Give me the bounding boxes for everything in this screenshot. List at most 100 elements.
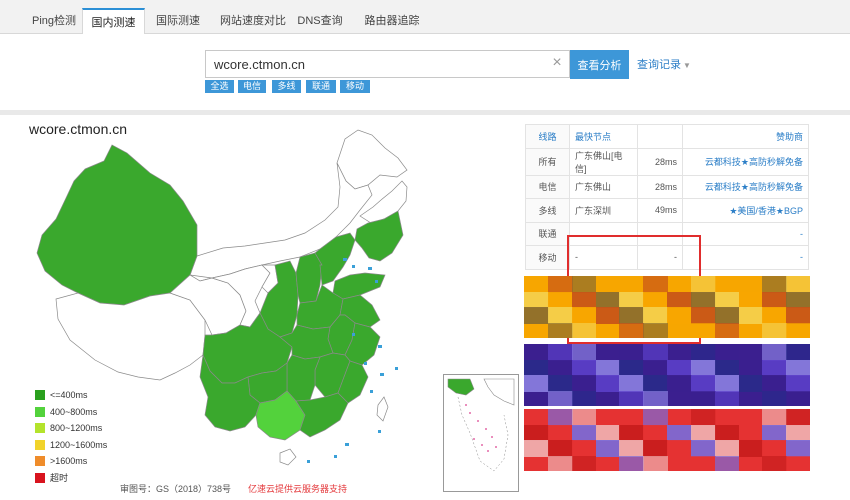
banner-pixel (524, 291, 549, 308)
table-row: 所有 广东佛山[电信] 28ms 云都科技★高防秒解免备 (525, 147, 809, 176)
banner-pixel (714, 322, 740, 338)
banner-pixel (547, 409, 573, 426)
banner-pixel (643, 409, 668, 426)
banner-pixel (595, 375, 621, 392)
row-node (569, 221, 638, 246)
result-panel: wcore.ctmon.cn <=400ms 400~800ms 800~120… (0, 115, 850, 500)
banner-pixel (524, 440, 549, 457)
table-row: 联通 - (525, 221, 809, 246)
banner-pixel (667, 424, 692, 441)
banner-pixel (547, 359, 573, 376)
filter-mobile[interactable]: 移动 (340, 80, 370, 93)
row-time: 28ms (637, 147, 683, 176)
banner-pixel (738, 359, 764, 376)
banner-pixel (619, 424, 645, 441)
banner-pixel (762, 307, 788, 324)
banner-pixel (762, 440, 788, 457)
banner-pixel (571, 440, 597, 457)
banner-pixel (667, 291, 692, 308)
legend-label: 400~800ms (50, 406, 98, 417)
region-hunan (286, 354, 321, 402)
banner-pixel (738, 440, 764, 457)
banner-pixel (786, 307, 810, 324)
banner-pixel (762, 390, 788, 406)
legend-label: >1600ms (50, 456, 88, 466)
banner-pixel (690, 440, 716, 457)
analyze-button[interactable]: 查看分析 (570, 50, 629, 79)
banner-pixel (690, 424, 716, 441)
query-history-label: 查询记录 (637, 59, 681, 71)
header-time (637, 124, 683, 149)
header-sponsor: 赞助商 (682, 124, 809, 149)
banner-pixel (524, 359, 549, 376)
header-fastest-node: 最快节点 (569, 124, 638, 149)
banner-pixel (643, 344, 668, 361)
banner-ad-3[interactable] (524, 409, 810, 471)
banner-pixel (547, 322, 573, 338)
table-row: 电信 广东佛山 28ms 云都科技★高防秒解免备 (525, 174, 809, 199)
banner-pixel (619, 390, 645, 406)
banner-pixel (762, 375, 788, 392)
banner-pixel (714, 359, 740, 376)
search-input[interactable] (205, 50, 570, 78)
banner-pixel (762, 322, 788, 338)
banner-pixel (786, 291, 810, 308)
legend-label: 超时 (50, 472, 69, 483)
banner-pixel (786, 440, 810, 457)
tab-international-speed[interactable]: 国际测速 (148, 8, 208, 35)
banner-pixel (571, 359, 597, 376)
filter-multiline[interactable]: 多线 (272, 80, 301, 93)
banner-pixel (762, 409, 788, 426)
fastest-node-table: 线路 最快节点 赞助商 所有 广东佛山[电信] 28ms 云都科技★高防秒解免备… (525, 124, 809, 270)
tab-ping[interactable]: Ping检测 (24, 8, 84, 35)
row-line: 电信 (525, 174, 570, 199)
banner-pixel (547, 291, 573, 308)
banner-pixel (524, 424, 549, 441)
legend-swatch (35, 423, 45, 433)
row-node: 广东佛山 (569, 174, 638, 199)
banner-pixel (690, 322, 716, 338)
filter-telecom[interactable]: 电信 (238, 80, 266, 93)
banner-pixel (786, 424, 810, 441)
banner-pixel (690, 390, 716, 406)
table-row: 移动 - - - (525, 245, 809, 270)
tab-router-trace[interactable]: 路由器追踪 (356, 8, 428, 35)
banner-pixel (738, 424, 764, 441)
row-sponsor-link[interactable]: 云都科技★高防秒解免备 (682, 174, 809, 199)
banner-pixel (643, 322, 668, 338)
query-history-link[interactable]: 查询记录 ▼ (637, 56, 691, 72)
banner-pixel (690, 276, 716, 293)
legend-item: 超时 (35, 472, 107, 489)
banner-pixel (786, 375, 810, 392)
banner-pixel (571, 409, 597, 426)
banner-pixel (643, 390, 668, 406)
banner-pixel (547, 390, 573, 406)
row-node: 广东佛山[电信] (569, 147, 638, 176)
tab-website-compare[interactable]: 网站速度对比 (214, 8, 292, 35)
tab-domestic-speed[interactable]: 国内测速 (82, 8, 145, 35)
tab-dns-query[interactable]: DNS查询 (290, 8, 350, 35)
banner-ad-2[interactable] (524, 344, 810, 406)
banner-pixel (524, 307, 549, 324)
row-time: 28ms (637, 174, 683, 199)
filter-select-all[interactable]: 全选 (205, 80, 234, 93)
banner-ad-1[interactable] (524, 276, 810, 338)
close-icon[interactable]: × (550, 54, 564, 72)
row-sponsor-link[interactable]: ★美国/香港★BGP (682, 198, 809, 223)
cloud-sponsor-link[interactable]: 亿速云提供云服务器支持 (248, 482, 347, 495)
header-line: 线路 (525, 124, 570, 149)
filter-unicom[interactable]: 联通 (306, 80, 336, 93)
banner-pixel (571, 390, 597, 406)
table-header-row: 线路 最快节点 赞助商 (525, 124, 809, 149)
banner-pixel (738, 375, 764, 392)
banner-pixel (762, 276, 788, 293)
banner-pixel (690, 291, 716, 308)
banner-pixel (667, 359, 692, 376)
row-time: 49ms (637, 198, 683, 223)
legend-swatch (35, 390, 45, 400)
banner-pixel (619, 409, 645, 426)
row-sponsor: - (682, 221, 809, 246)
banner-pixel (667, 307, 692, 324)
row-sponsor-link[interactable]: 云都科技★高防秒解免备 (682, 147, 809, 176)
banner-pixel (643, 359, 668, 376)
